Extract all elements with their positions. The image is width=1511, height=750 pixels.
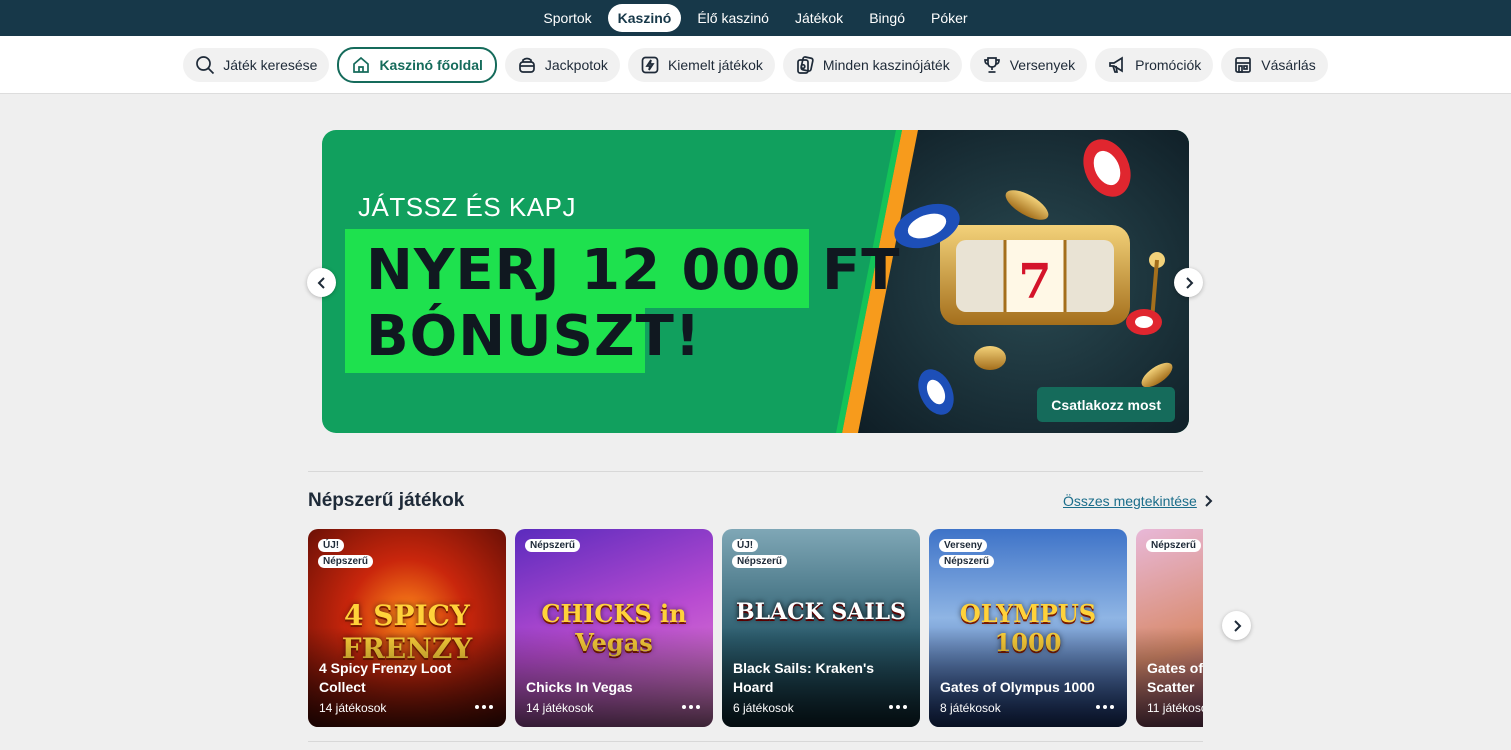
jackpot-icon — [519, 57, 535, 73]
popular-games-carousel: 4 SPICY FRENZY ÚJ! Népszerű 4 Spicy Fren… — [308, 529, 1203, 727]
jackpots-button[interactable]: Jackpotok — [504, 47, 620, 82]
tournament-badge: Verseny — [939, 539, 988, 552]
featured-games-label: Kiemelt játékok — [667, 56, 763, 73]
tournaments-label: Versenyek — [1009, 56, 1076, 73]
featured-games-button[interactable]: Kiemelt játékok — [627, 47, 775, 82]
banner-headline-line2: BÓNUSZT! — [366, 304, 702, 369]
casino-sub-nav: Játék keresése Kaszinó főoldal Jackpotok… — [0, 36, 1511, 94]
game-card[interactable]: CHICKS in Vegas Népszerű Chicks In Vegas… — [515, 529, 713, 727]
top-nav: Sportok Kaszinó Élő kaszinó Játékok Bing… — [0, 0, 1511, 36]
search-icon — [196, 55, 215, 74]
new-badge: ÚJ! — [318, 539, 345, 552]
shop-label: Vásárlás — [1261, 56, 1316, 73]
promotions-button[interactable]: Promóciók — [1095, 47, 1214, 82]
chevron-right-icon — [1185, 276, 1193, 289]
see-all-label: Összes megtekintése — [1063, 493, 1197, 509]
more-options-icon[interactable] — [681, 697, 701, 713]
search-game-label: Játék keresése — [223, 56, 318, 73]
popular-badge: Népszerű — [525, 539, 581, 552]
megaphone-icon — [1109, 55, 1123, 73]
casino-home-label: Kaszinó főoldal — [379, 56, 483, 73]
top-nav-poker[interactable]: Póker — [921, 4, 978, 32]
top-nav-bingo[interactable]: Bingó — [859, 4, 915, 32]
casino-home-button[interactable]: Kaszinó főoldal — [337, 46, 497, 83]
game-title: Black Sails: Kraken's Hoard — [733, 660, 875, 695]
more-options-icon[interactable] — [474, 697, 494, 713]
popular-badge: Népszerű — [939, 555, 995, 568]
section-divider — [308, 741, 1203, 742]
chevron-right-icon — [1233, 619, 1241, 632]
game-card[interactable]: BLACK SAILS ÚJ! Népszerű Black Sails: Kr… — [722, 529, 920, 727]
game-card[interactable]: Népszerű Gates of Olympus Super Scatter … — [1136, 529, 1203, 727]
tournaments-button[interactable]: Versenyek — [969, 47, 1088, 82]
game-title: Gates of Olympus 1000 — [940, 679, 1095, 695]
more-options-icon[interactable] — [1095, 697, 1115, 713]
popular-badge: Népszerű — [732, 555, 788, 568]
game-title: Gates of Olympus Super Scatter — [1147, 660, 1203, 695]
see-all-link[interactable]: Összes megtekintése — [1063, 493, 1213, 509]
join-now-button[interactable]: Csatlakozz most — [1037, 387, 1175, 422]
all-casino-games-label: Minden kaszinójáték — [822, 56, 950, 73]
banner-next-button[interactable] — [1174, 268, 1203, 297]
player-count: 14 játékosok — [319, 701, 387, 715]
section-divider — [308, 471, 1203, 472]
game-logo: BLACK SAILS — [735, 599, 907, 625]
popular-badge: Népszerű — [1146, 539, 1202, 552]
search-game-button[interactable]: Játék keresése — [183, 47, 330, 82]
player-count: 11 játékosok — [1147, 701, 1203, 715]
chevron-left-icon — [317, 276, 325, 289]
store-icon — [1235, 56, 1252, 73]
top-nav-elo-kaszino[interactable]: Élő kaszinó — [687, 4, 779, 32]
player-count: 14 játékosok — [526, 701, 594, 715]
carousel-next-button[interactable] — [1222, 611, 1251, 640]
shop-button[interactable]: Vásárlás — [1221, 47, 1328, 82]
cards-icon — [797, 55, 814, 74]
banner-kicker: JÁTSSZ ÉS KAPJ — [358, 192, 576, 222]
player-count: 8 játékosok — [940, 701, 1001, 715]
popular-games-title: Népszerű játékok — [308, 490, 465, 511]
top-nav-kaszino[interactable]: Kaszinó — [607, 4, 682, 32]
home-icon — [353, 56, 370, 73]
game-card[interactable]: 4 SPICY FRENZY ÚJ! Népszerű 4 Spicy Fren… — [308, 529, 506, 727]
chevron-right-icon — [1205, 495, 1213, 507]
more-options-icon[interactable] — [888, 697, 908, 713]
game-title: 4 Spicy Frenzy Loot Collect — [319, 660, 452, 695]
jackpots-label: Jackpotok — [544, 56, 608, 73]
popular-badge: Népszerű — [318, 555, 374, 568]
trophy-icon — [983, 56, 1000, 73]
banner-headline-line1: NYERJ 12 000 FT — [366, 238, 901, 303]
promo-banner[interactable]: 7 JÁTSSZ ÉS KAPJ NYERJ 12 000 FT BÓNUSZT… — [322, 130, 1189, 433]
banner-prev-button[interactable] — [307, 268, 336, 297]
svg-text:7: 7 — [1018, 254, 1051, 310]
lightning-icon — [641, 56, 659, 73]
promotions-label: Promóciók — [1135, 56, 1202, 73]
game-card[interactable]: OLYMPUS 1000 Verseny Népszerű Gates of O… — [929, 529, 1127, 727]
game-title: Chicks In Vegas — [526, 679, 633, 695]
all-casino-games-button[interactable]: Minden kaszinójáték — [782, 47, 962, 82]
top-nav-sportok[interactable]: Sportok — [533, 4, 601, 32]
new-badge: ÚJ! — [732, 539, 759, 552]
player-count: 6 játékosok — [733, 701, 794, 715]
top-nav-jatekok[interactable]: Játékok — [785, 4, 853, 32]
